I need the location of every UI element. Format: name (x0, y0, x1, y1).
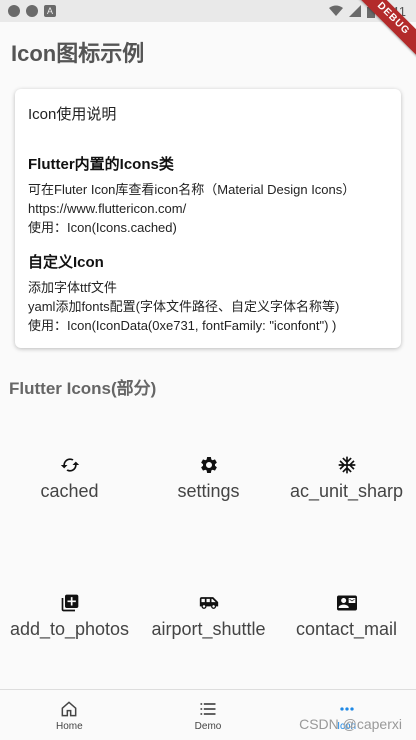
icon-label: cached (40, 481, 99, 501)
icon-label: settings (177, 481, 240, 501)
watermark: CSDN @caperxi (299, 716, 402, 732)
icon-label: airport_shuttle (151, 619, 266, 639)
ac-unit-icon (338, 456, 355, 474)
builtin-line: 可在Fluter Icon库查看icon名称（Material Design I… (28, 182, 356, 197)
icon-cell-airport-shuttle[interactable]: airport_shuttle (139, 593, 278, 640)
page-title: Icon图标示例 (11, 41, 145, 66)
icon-cell-contact-mail[interactable]: contact_mail (277, 593, 416, 640)
custom-heading: 自定义Icon (28, 254, 104, 271)
card-title: Icon使用说明 (28, 106, 117, 123)
nav-label: Home (55, 720, 83, 732)
a-icon: A (44, 5, 56, 17)
bottom-navigation: Home Demo Icon (0, 689, 416, 740)
contact-mail-icon (336, 595, 357, 611)
notification-icon (26, 5, 38, 17)
settings-icon (200, 456, 217, 473)
signal-icon (348, 5, 361, 17)
icon-cell-settings[interactable]: settings (139, 455, 278, 502)
custom-line: 使用：Icon(IconData(0xe731, fontFamily: "ic… (28, 318, 337, 333)
builtin-heading: Flutter内置的Icons类 (28, 156, 174, 173)
nav-label: Demo (194, 720, 222, 732)
icon-cell-ac-unit[interactable]: ac_unit_sharp (277, 455, 416, 502)
add-to-photos-icon (61, 594, 78, 612)
notification-icon (8, 5, 20, 17)
nav-item-home[interactable]: Home (0, 690, 139, 740)
icon-cell-add-to-photos[interactable]: add_to_photos (0, 593, 139, 640)
usage-card: Icon使用说明 Flutter内置的Icons类 可在Fluter Icon库… (15, 89, 401, 348)
status-bar: A 1:41 (0, 0, 416, 22)
list-icon (200, 702, 216, 715)
builtin-line: 使用：Icon(Icons.cached) (28, 220, 177, 235)
airport-shuttle-icon (199, 597, 218, 609)
builtin-line[interactable]: https://www.fluttericon.com/ (28, 199, 388, 218)
wifi-icon (328, 5, 343, 16)
icon-label: contact_mail (295, 619, 398, 639)
nav-item-demo[interactable]: Demo (139, 690, 278, 740)
custom-line: 添加字体ttf文件 (28, 280, 117, 295)
custom-line: yaml添加fonts配置(字体文件路径、自定义字体名称等) (28, 299, 340, 314)
icon-label: ac_unit_sharp (289, 481, 404, 501)
status-icons-left: A (8, 5, 56, 17)
icon-label: add_to_photos (9, 619, 130, 639)
cached-icon (60, 458, 79, 472)
home-icon (61, 700, 77, 716)
icon-cell-cached[interactable]: cached (0, 455, 139, 502)
section-heading: Flutter Icons(部分) (9, 379, 157, 398)
nav-item-icon[interactable]: Icon (277, 690, 416, 740)
